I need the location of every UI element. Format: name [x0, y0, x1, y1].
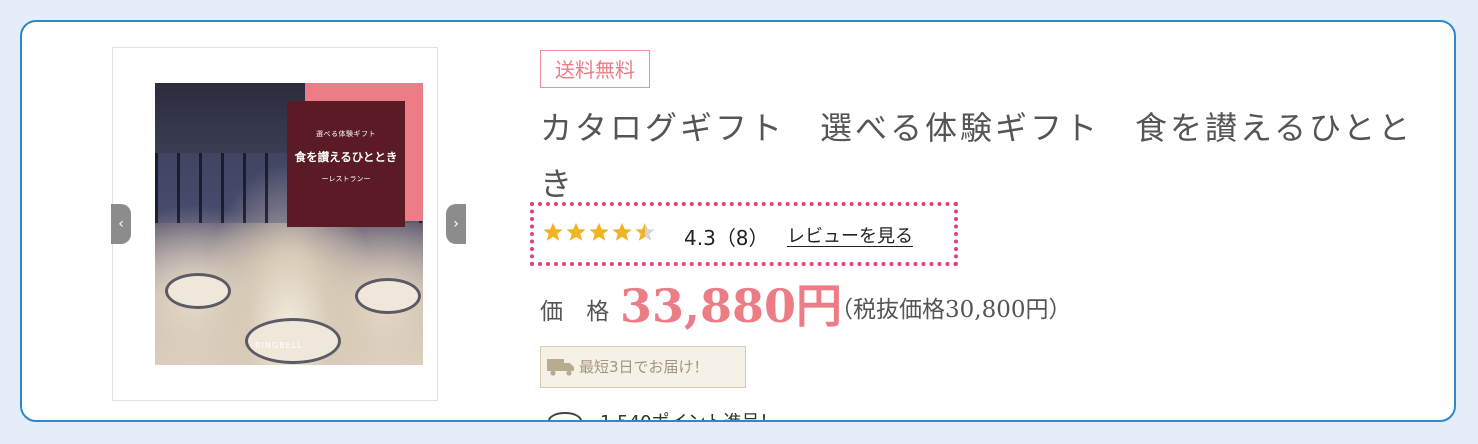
chevron-left-icon: ‹ — [118, 216, 124, 232]
rating-highlight: 4.3（8） レビューを見る — [530, 202, 958, 266]
view-reviews-link[interactable]: レビューを見る — [787, 222, 913, 248]
delivery-text: 最短3日でお届け！ — [579, 358, 709, 376]
star-half-icon — [635, 222, 655, 241]
free-shipping-badge: 送料無料 — [540, 50, 650, 88]
star-icon — [543, 222, 563, 241]
carousel-next-button[interactable]: › — [446, 204, 466, 244]
product-title: カタログギフト 選べる体験ギフト 食を讃えるひととき — [540, 109, 1414, 203]
points-info: 1,540ポイント進呈！ — [548, 408, 778, 420]
rating-score: 4.3（8） — [684, 226, 769, 250]
coin-icon — [548, 412, 582, 420]
image-title: 食を讃えるひととき — [294, 150, 398, 164]
chevron-right-icon: › — [453, 216, 459, 232]
product-image[interactable]: 選べる体験ギフト 食を讃えるひととき ーレストランー RINGBELL — [155, 83, 423, 365]
star-icon — [566, 222, 586, 241]
carousel-prev-button[interactable]: ‹ — [111, 204, 131, 244]
star-icon — [589, 222, 609, 241]
product-image-frame: 選べる体験ギフト 食を讃えるひととき ーレストランー RINGBELL — [112, 47, 438, 401]
rating-stars — [542, 221, 656, 243]
plate-graphic — [165, 273, 231, 309]
star-icon — [612, 222, 632, 241]
image-category: ーレストランー — [321, 175, 371, 183]
product-card: 選べる体験ギフト 食を讃えるひととき ーレストランー RINGBELL ‹ › … — [20, 20, 1456, 422]
price-excluding-tax: （税抜価格30,800円） — [830, 297, 1072, 323]
truck-icon — [547, 359, 574, 376]
title-panel: 選べる体験ギフト 食を讃えるひととき ーレストランー — [287, 101, 405, 227]
price: 33,880円 — [620, 279, 843, 333]
brand-logo: RINGBELL — [255, 341, 303, 350]
image-subtitle: 選べる体験ギフト — [316, 130, 376, 138]
delivery-badge: 最短3日でお届け！ — [540, 346, 746, 388]
price-label: 価 格 — [540, 299, 618, 325]
plate-graphic — [355, 278, 421, 314]
points-text: 1,540ポイント進呈！ — [600, 412, 778, 420]
